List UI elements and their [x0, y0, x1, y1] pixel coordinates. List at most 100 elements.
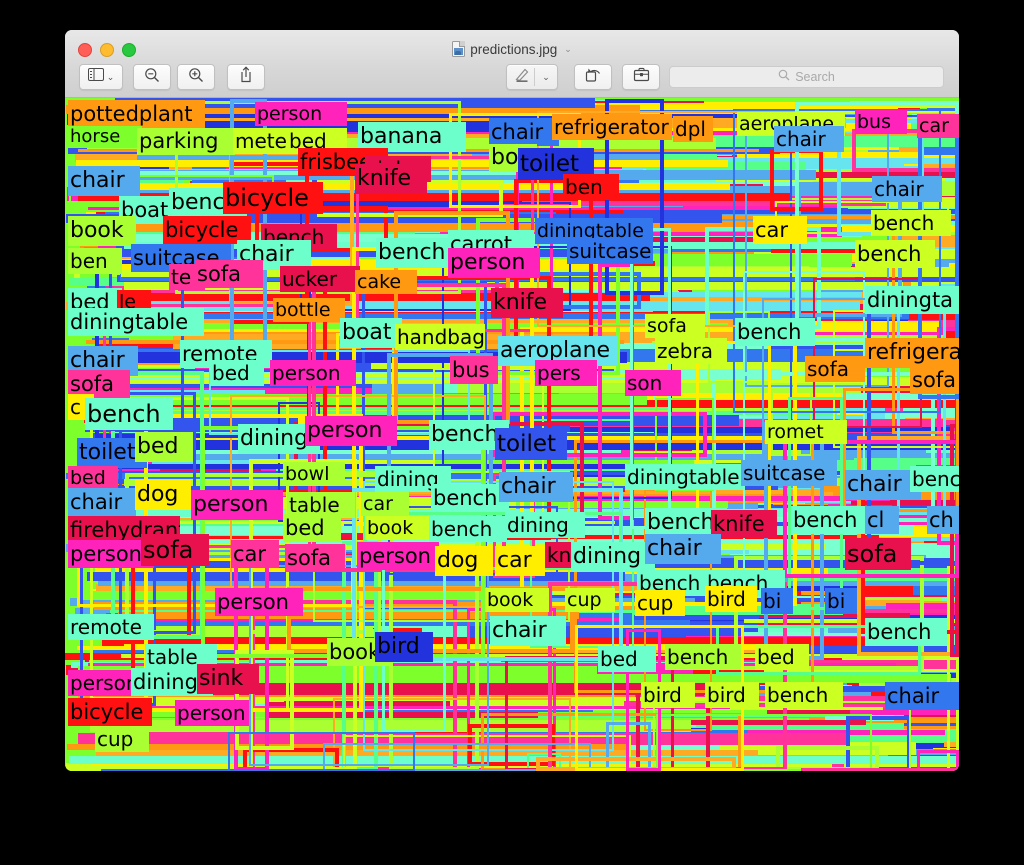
- detection-label: car: [495, 546, 545, 576]
- detection-label: person: [191, 490, 283, 520]
- detection-label: chair: [68, 488, 136, 516]
- detection-label: cup: [635, 590, 685, 616]
- zoom-in-icon: [188, 67, 204, 88]
- detection-label: sofa: [141, 534, 209, 566]
- zoom-in-button[interactable]: [177, 64, 215, 90]
- detection-label: car: [361, 492, 409, 516]
- detection-label: bed: [135, 432, 193, 462]
- detection-label: bird: [641, 682, 695, 708]
- detection-label: bench: [865, 618, 947, 646]
- markup-toolbox-icon: [633, 67, 650, 87]
- detection-label: chair: [774, 126, 844, 152]
- detection-label: suitcase: [567, 238, 653, 264]
- detection-label: ucker: [280, 266, 360, 292]
- sidebar-toggle-button[interactable]: ⌄: [79, 64, 123, 90]
- detection-label: bench: [735, 318, 815, 346]
- detection-label: bench: [429, 516, 507, 542]
- detection-label: parking: [137, 128, 235, 155]
- detection-label: book: [68, 216, 136, 246]
- detection-label: bowl: [283, 462, 345, 486]
- detection-label: car: [231, 540, 279, 568]
- zoom-out-icon: [144, 67, 160, 88]
- detection-label: romet: [765, 420, 847, 444]
- detection-label: zebra: [655, 338, 727, 364]
- detection-label: diningtable: [625, 464, 743, 490]
- search-placeholder: Search: [795, 70, 835, 84]
- detection-label: bird: [705, 586, 757, 612]
- zoom-out-button[interactable]: [133, 64, 171, 90]
- detection-label: book: [365, 516, 431, 540]
- object-detection-predictions-image[interactable]: pottedplant horse parking meter bed person ban…: [65, 98, 959, 771]
- detection-box-outline: [228, 731, 415, 771]
- markup-button[interactable]: ⌄: [506, 64, 558, 90]
- window-title-text: predictions.jpg: [470, 41, 558, 57]
- detection-label: dpl: [673, 116, 713, 142]
- detection-label: knife: [491, 288, 563, 318]
- detection-label: knife: [355, 164, 427, 194]
- markup-toolbox-button[interactable]: [622, 64, 660, 90]
- detection-label: chair: [645, 534, 721, 564]
- detection-label: person: [448, 248, 540, 278]
- detection-label: sofa: [805, 356, 865, 382]
- detection-label: chair: [490, 616, 566, 646]
- detection-label: bed: [755, 644, 809, 670]
- detection-label: bench: [376, 238, 458, 268]
- detection-label: person: [357, 542, 439, 570]
- detection-label: person: [255, 102, 347, 126]
- detection-label: ben: [563, 174, 619, 200]
- detection-label: chair: [872, 176, 942, 202]
- jpeg-file-icon: [452, 41, 466, 57]
- detection-label: bench: [871, 210, 951, 236]
- detection-label: car: [917, 114, 959, 138]
- detection-label: bench: [431, 484, 509, 512]
- detection-label: bicycle: [223, 182, 323, 214]
- detection-label: bottle: [273, 298, 345, 322]
- detection-label: dog: [135, 480, 191, 510]
- detection-label: toilet: [495, 428, 567, 460]
- detection-label: bus: [855, 110, 907, 134]
- rotate-button[interactable]: [574, 64, 612, 90]
- detection-label: chair: [489, 118, 559, 146]
- share-button[interactable]: [227, 64, 265, 90]
- markup-chevron-down-icon[interactable]: ⌄: [542, 72, 550, 82]
- search-field[interactable]: Search: [669, 66, 944, 88]
- detection-label: ben: [68, 248, 122, 274]
- detection-label: bus: [450, 356, 498, 384]
- title-chevron-down-icon[interactable]: ⌄: [564, 44, 572, 55]
- detection-label: sofa: [195, 260, 263, 288]
- detection-label: bench: [855, 240, 935, 268]
- detection-label: son: [625, 370, 681, 396]
- detection-box-outline: [695, 341, 771, 532]
- markup-pen-icon: [514, 67, 530, 88]
- detection-label: sofa: [645, 314, 705, 338]
- detection-label: person: [215, 588, 303, 616]
- detection-label: bench: [765, 682, 843, 708]
- detection-label: dog: [435, 546, 493, 576]
- detection-label: horse: [68, 126, 142, 148]
- detection-label: suitcase: [741, 460, 837, 486]
- detection-label: dining: [571, 542, 655, 572]
- rotate-left-icon: [585, 66, 602, 88]
- detection-label: cake: [355, 270, 417, 294]
- detection-label: diningta: [865, 286, 959, 314]
- window-title[interactable]: predictions.jpg ⌄: [65, 39, 959, 59]
- detection-label: bench: [85, 398, 173, 430]
- detection-label: sofa: [845, 538, 911, 570]
- detection-label: bench: [791, 506, 871, 534]
- search-icon: [778, 68, 790, 86]
- detection-label: handbag: [395, 324, 485, 350]
- sidebar-chevron-down-icon[interactable]: ⌄: [107, 72, 115, 82]
- detection-label: cl: [865, 506, 899, 534]
- detection-label: boat: [340, 318, 402, 348]
- detection-label: person: [305, 416, 397, 446]
- detection-label: chair: [499, 472, 573, 502]
- detection-label: remote: [68, 614, 154, 640]
- detection-label: ch: [927, 506, 959, 534]
- detection-label: cup: [565, 588, 615, 612]
- detection-label: chair: [68, 166, 140, 196]
- detection-label: pottedplant: [68, 100, 205, 128]
- detection-label: dining: [505, 512, 585, 538]
- detection-label: sofa: [285, 544, 345, 572]
- preview-window: predictions.jpg ⌄ ⌄ ⌄ Search pottedplant…: [65, 30, 959, 771]
- detection-label: refrigerator: [865, 338, 959, 368]
